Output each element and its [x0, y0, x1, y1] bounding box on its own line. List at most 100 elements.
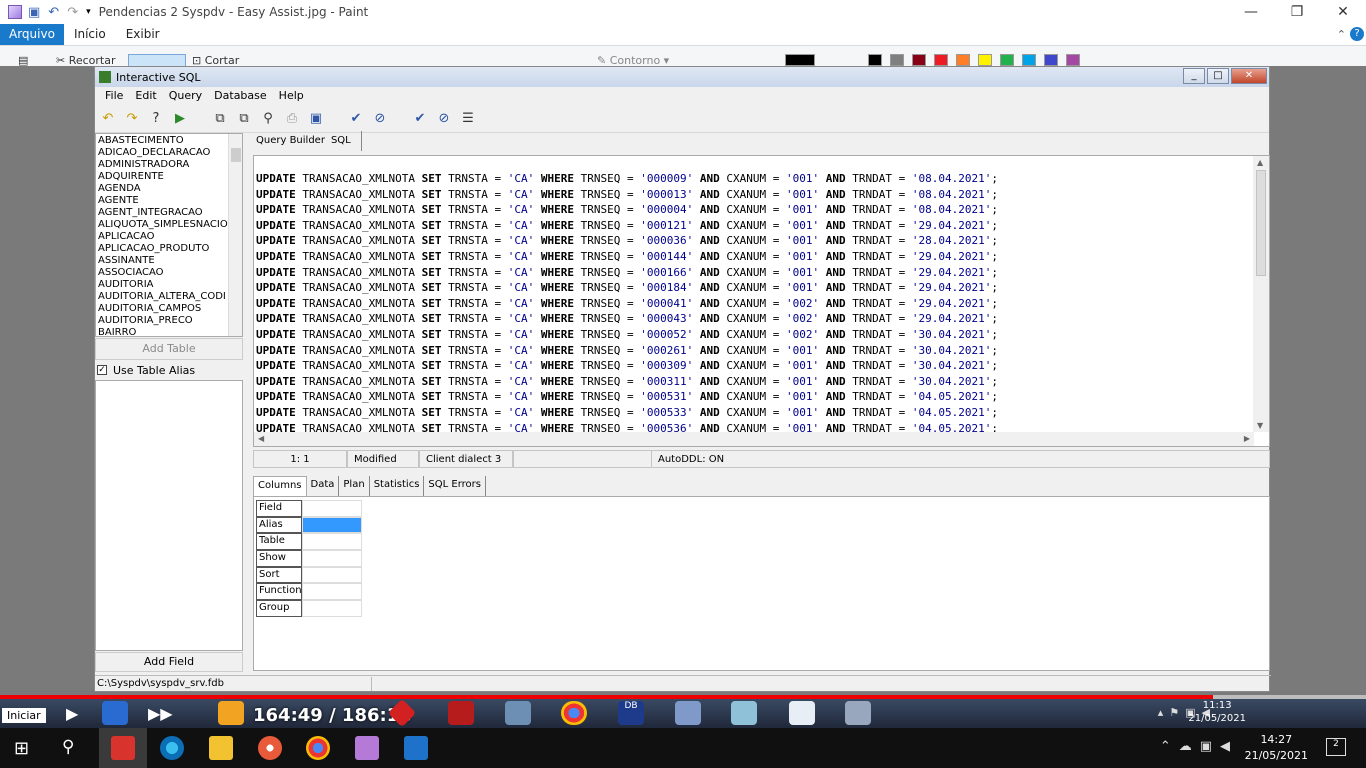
app-document-icon[interactable]	[789, 701, 815, 725]
tab-sql[interactable]: SQL	[328, 131, 362, 151]
table-list-item[interactable]: ASSOCIACAO	[98, 267, 240, 279]
select-button[interactable]	[128, 54, 186, 66]
tables-list[interactable]: ABASTECIMENTO ADICAO_DECLARACAO ADMINISTRA…	[95, 133, 243, 337]
fields-list[interactable]	[95, 380, 243, 651]
iniciar-button[interactable]: Iniciar	[2, 708, 46, 723]
commit-icon[interactable]: ✔	[347, 110, 365, 128]
execute-query-icon[interactable]: ▶	[171, 110, 189, 128]
swatch-red[interactable]	[934, 54, 948, 66]
copy-icon[interactable]: ⧉	[211, 110, 229, 128]
recortar-button[interactable]: ✂ Recortar	[56, 54, 116, 66]
app-eraser-icon[interactable]	[731, 701, 757, 725]
collapse-ribbon-icon[interactable]: ⌃	[1337, 28, 1346, 41]
undo-icon[interactable]: ↶	[48, 5, 59, 20]
table-list-item[interactable]: AUDITORIA_ALTERA_CODI	[98, 291, 240, 303]
find-icon[interactable]: ⚲	[259, 110, 277, 128]
table-list-item[interactable]: AUDITORIA_PRECO	[98, 315, 240, 327]
anydesk-icon[interactable]	[111, 736, 135, 760]
search-icon[interactable]: ⚲	[62, 737, 74, 757]
isql-maximize-button[interactable]: □	[1207, 68, 1229, 84]
grid-cell[interactable]	[302, 583, 362, 601]
grid-cell[interactable]	[302, 500, 362, 517]
table-list-item[interactable]: ABASTECIMENTO	[98, 135, 240, 147]
redo-icon[interactable]: ↷	[67, 5, 78, 20]
rollback-retaining-icon[interactable]: ⊘	[435, 110, 453, 128]
table-list-item[interactable]: APLICACAO	[98, 231, 240, 243]
scroll-left-icon[interactable]: ◀	[258, 434, 264, 443]
help-icon[interactable]: ?	[1350, 27, 1364, 41]
swatch-darkred[interactable]	[912, 54, 926, 66]
app-settings-icon[interactable]	[845, 701, 871, 725]
swatch-indigo[interactable]	[1044, 54, 1058, 66]
photos-icon[interactable]	[404, 736, 428, 760]
paste-icon[interactable]: ▤	[18, 54, 28, 66]
edge-icon[interactable]	[160, 736, 184, 760]
swatch-green[interactable]	[1000, 54, 1014, 66]
columns-grid[interactable]: Field Alias Table Show Sort Function Group	[256, 500, 362, 617]
restore-button[interactable]: ❐	[1274, 0, 1320, 24]
tab-statistics[interactable]: Statistics	[370, 476, 425, 496]
app-globe-icon[interactable]	[675, 701, 701, 725]
tab-inicio[interactable]: Início	[64, 24, 116, 45]
table-list-item[interactable]: AUDITORIA	[98, 279, 240, 291]
tab-query-builder[interactable]: Query Builder	[253, 131, 328, 151]
cortar-button[interactable]: ⊡ Cortar	[192, 54, 239, 66]
paint-taskbar-icon[interactable]	[355, 736, 379, 760]
query-help-icon[interactable]: ?	[147, 110, 165, 128]
menu-edit[interactable]: Edit	[129, 87, 162, 105]
tab-plan[interactable]: Plan	[339, 476, 370, 496]
swatch-orange[interactable]	[956, 54, 970, 66]
system-clock[interactable]: 14:27 21/05/2021	[1245, 732, 1308, 764]
menu-database[interactable]: Database	[208, 87, 273, 105]
next-query-icon[interactable]: ↷	[123, 110, 141, 128]
swatch-yellow[interactable]	[978, 54, 992, 66]
app-palette-icon[interactable]	[258, 736, 282, 760]
chrome-taskbar-icon[interactable]	[306, 736, 330, 760]
table-list-item[interactable]: APLICACAO_PRODUTO	[98, 243, 240, 255]
save-query-icon[interactable]: ▣	[307, 110, 325, 128]
table-list-item[interactable]: AUDITORIA_CAMPOS	[98, 303, 240, 315]
table-list-item[interactable]: ADQUIRENTE	[98, 171, 240, 183]
menu-help[interactable]: Help	[273, 87, 310, 105]
menu-query[interactable]: Query	[163, 87, 208, 105]
tab-arquivo[interactable]: Arquivo	[0, 24, 64, 45]
quick-access-dropdown-icon[interactable]: ▾	[86, 7, 91, 17]
notification-center-icon[interactable]: 2	[1326, 738, 1346, 756]
tab-columns[interactable]: Columns	[253, 476, 307, 496]
table-list-item[interactable]: ALIQUOTA_SIMPLESNACIO	[98, 219, 240, 231]
tables-scroll-thumb[interactable]	[231, 148, 241, 162]
add-table-button[interactable]: Add Table	[95, 338, 243, 360]
contorno-button[interactable]: ✎ Contorno ▾	[597, 54, 669, 66]
isql-close-button[interactable]: ✕	[1231, 68, 1267, 84]
windows-icon[interactable]: ☰	[459, 110, 477, 128]
close-button[interactable]: ✕	[1320, 0, 1366, 24]
file-explorer-icon[interactable]	[209, 736, 233, 760]
editor-vertical-scrollbar[interactable]: ▲ ▼	[1253, 156, 1269, 432]
commit-retaining-icon[interactable]: ✔	[411, 110, 429, 128]
menu-file[interactable]: File	[99, 87, 129, 105]
tables-scrollbar[interactable]	[228, 134, 242, 336]
grid-cell[interactable]	[302, 516, 362, 534]
table-list-item[interactable]: BAIRRO	[98, 327, 240, 336]
swatch-black[interactable]	[868, 54, 882, 66]
database-app-icon[interactable]: DB	[618, 701, 644, 725]
swatch-purple[interactable]	[1066, 54, 1080, 66]
editor-horizontal-scrollbar[interactable]: ◀ ▶	[254, 432, 1254, 446]
table-list-item[interactable]: AGENTE	[98, 195, 240, 207]
use-table-alias-checkbox[interactable]: ✓ Use Table Alias	[95, 362, 243, 378]
play-icon[interactable]: ▶	[66, 704, 78, 723]
add-field-button[interactable]: Add Field	[95, 652, 243, 672]
table-list-item[interactable]: AGENT_INTEGRACAO	[98, 207, 240, 219]
media-player-icon[interactable]	[218, 701, 244, 725]
table-list-item[interactable]: ASSINANTE	[98, 255, 240, 267]
table-list-item[interactable]: ADICAO_DECLARACAO	[98, 147, 240, 159]
minimize-button[interactable]: —	[1228, 0, 1274, 24]
table-list-item[interactable]: AGENDA	[98, 183, 240, 195]
rollback-icon[interactable]: ⊘	[371, 110, 389, 128]
editor-scroll-thumb[interactable]	[1256, 170, 1266, 276]
checkbox-check-icon[interactable]: ✓	[97, 365, 107, 375]
sql-editor[interactable]: UPDATE TRANSACAO_XMLNOTA SET TRNSTA = 'C…	[253, 155, 1270, 447]
grid-cell[interactable]	[302, 600, 362, 617]
scroll-down-icon[interactable]: ▼	[1257, 421, 1263, 430]
print-icon[interactable]: ⎙	[283, 110, 301, 128]
